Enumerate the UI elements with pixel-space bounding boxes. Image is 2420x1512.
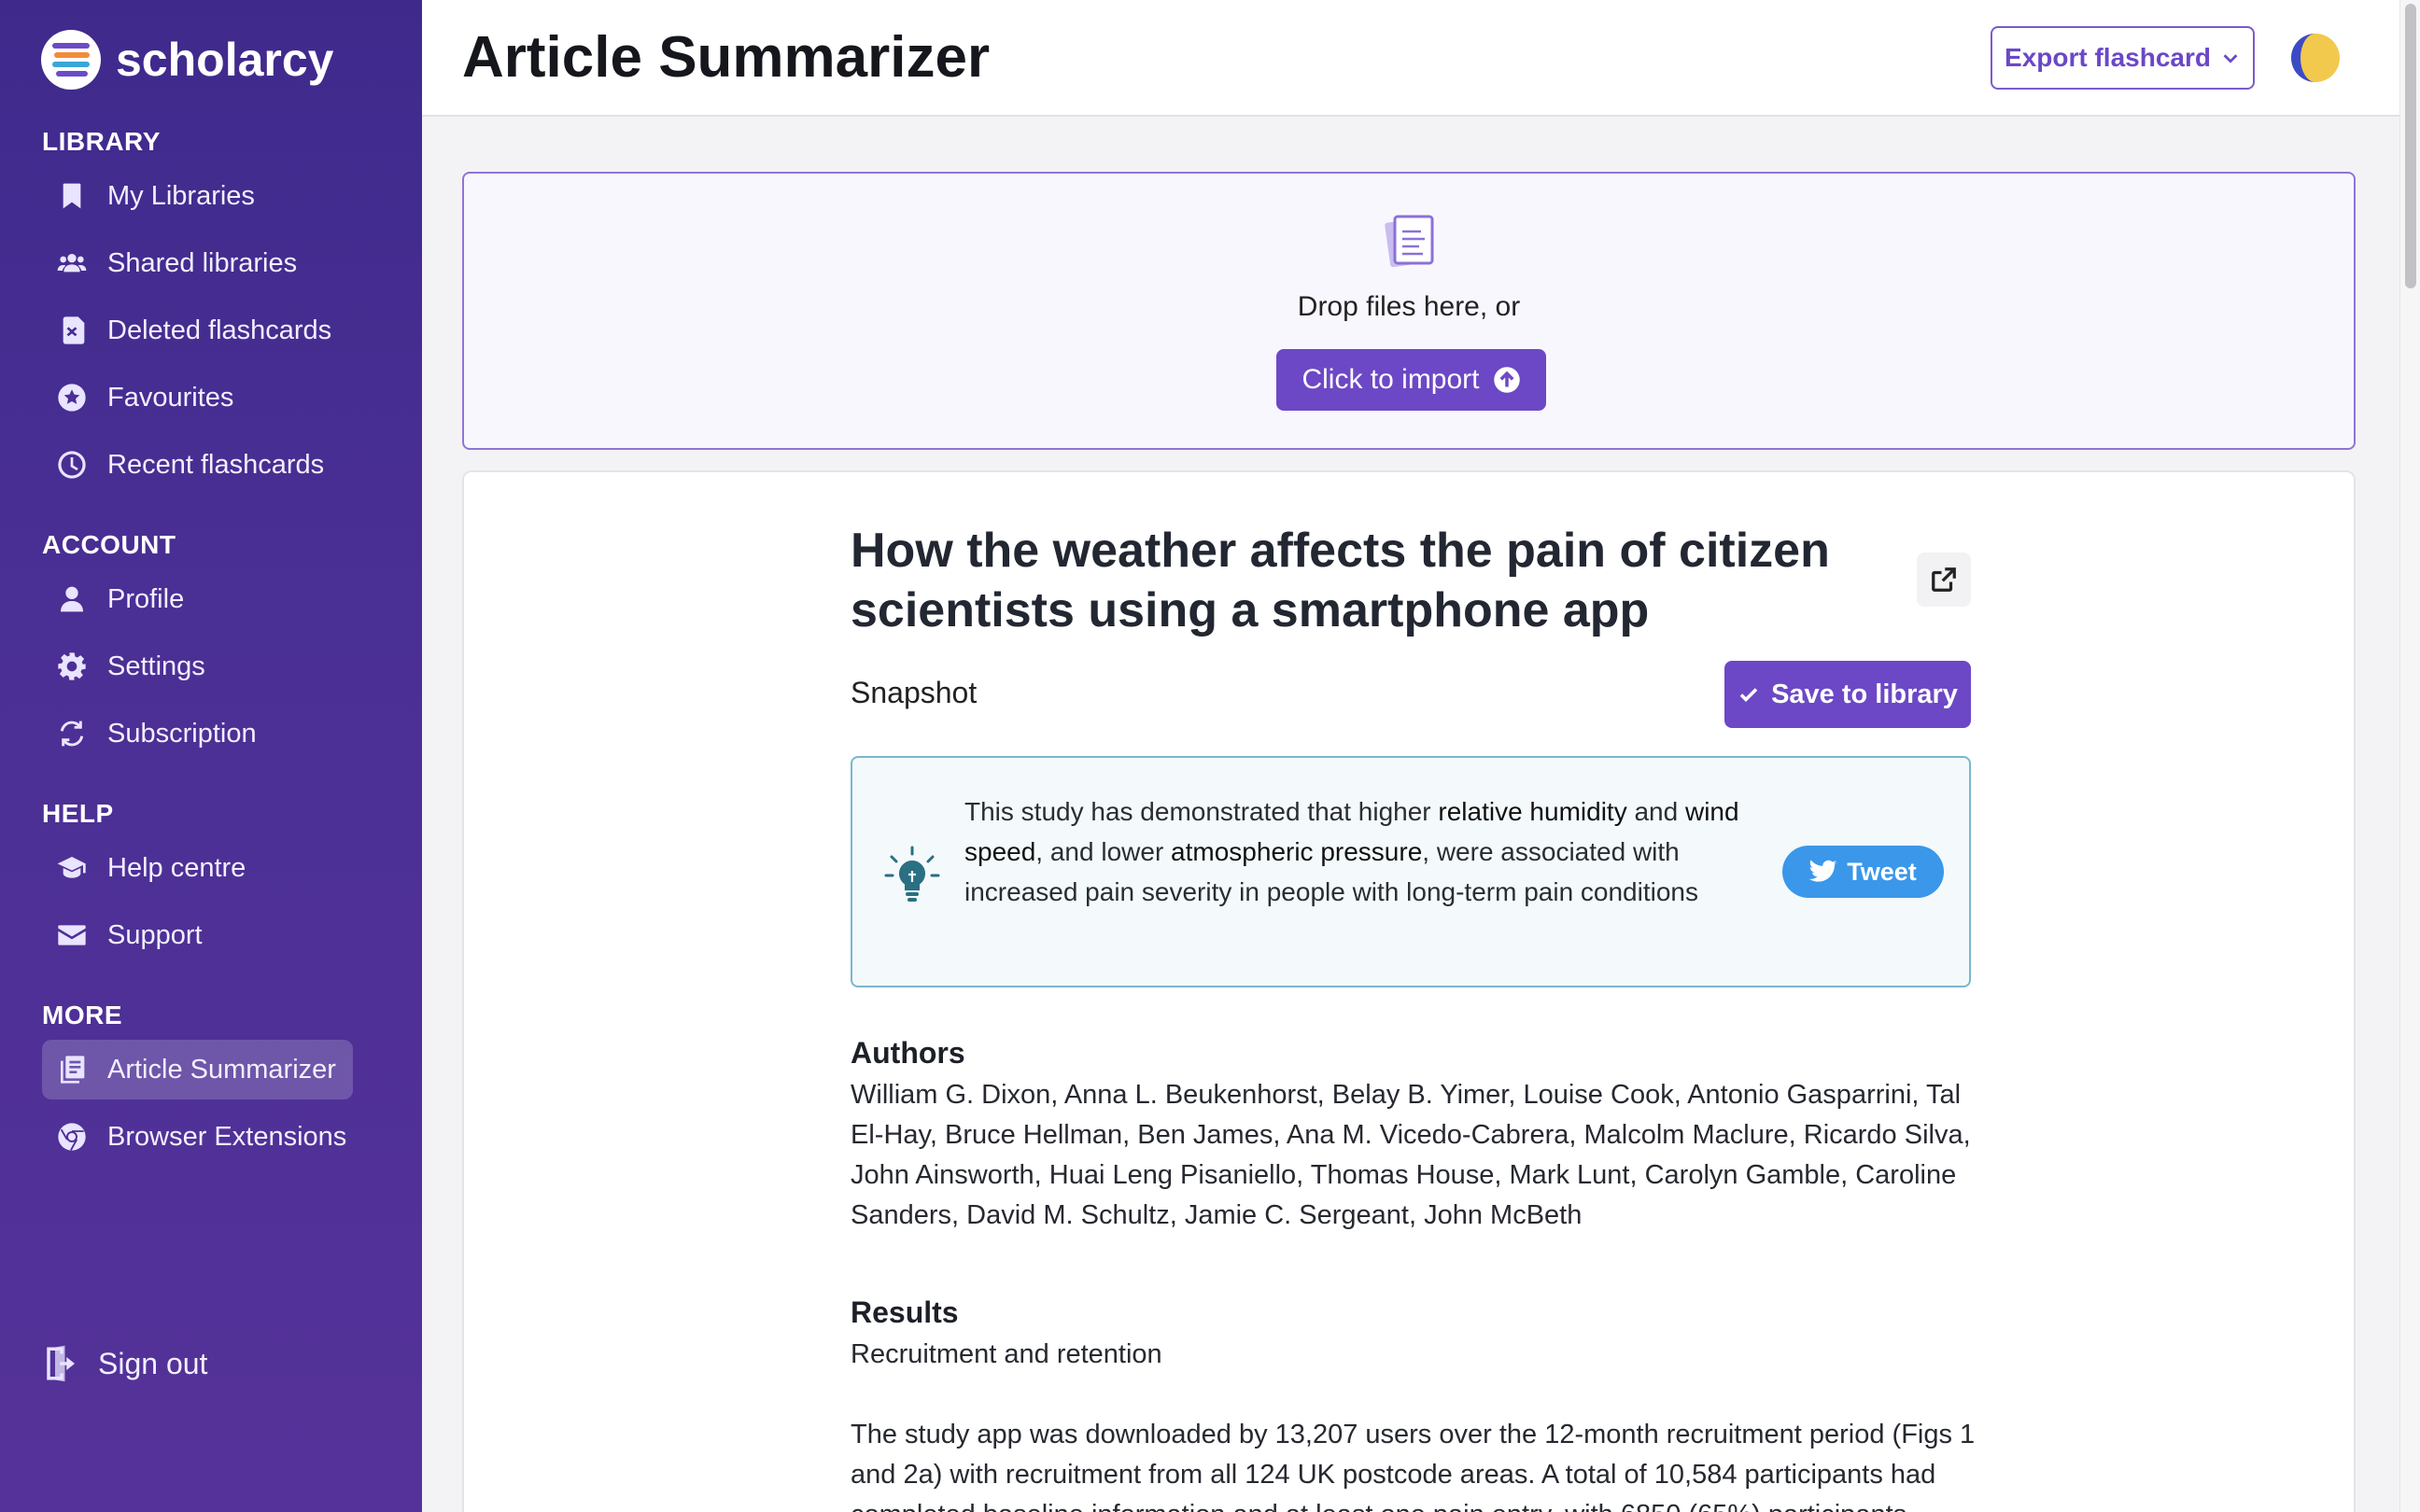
results-subheading: Recruitment and retention: [851, 1339, 1162, 1369]
twitter-bird-icon: [1809, 860, 1838, 882]
tweet-label: Tweet: [1847, 857, 1917, 886]
sidebar-item-help-centre[interactable]: Help centre: [42, 838, 262, 898]
click-to-import-button[interactable]: Click to import: [1276, 349, 1546, 411]
snapshot-text-part: , and lower: [1035, 837, 1172, 866]
sidebar-item-label: Settings: [107, 651, 205, 681]
users-icon: [55, 246, 89, 280]
document-icon: [1385, 215, 1434, 268]
sidebar-item-label: Support: [107, 919, 203, 950]
refresh-icon: [55, 717, 89, 750]
upload-arrow-icon: [1493, 367, 1520, 393]
sidebar-item-label: Shared libraries: [107, 247, 298, 278]
results-paragraph: The study app was downloaded by 13,207 u…: [851, 1420, 1976, 1512]
file-dropzone[interactable]: Drop files here, or Click to import: [462, 172, 2356, 450]
sidebar-item-label: Profile: [107, 583, 185, 614]
page-title: Article Summarizer: [462, 25, 991, 90]
sidebar-section-help: HELP: [42, 799, 114, 828]
sidebar-item-subscription[interactable]: Subscription: [42, 704, 274, 763]
dropzone-text: Drop files here, or: [1297, 291, 1521, 322]
star-icon: [55, 381, 89, 414]
article-title: How the weather affects the pain of citi…: [851, 524, 1830, 637]
sidebar-item-profile[interactable]: Profile: [42, 569, 201, 629]
snapshot-highlight: atmospheric pressure: [1171, 837, 1423, 866]
sidebar-item-settings[interactable]: Settings: [42, 637, 222, 696]
bookmark-icon: [55, 179, 89, 213]
authors-heading: Authors: [851, 1036, 965, 1070]
sidebar-item-favourites[interactable]: Favourites: [42, 368, 250, 427]
sidebar-section-account: ACCOUNT: [42, 530, 176, 559]
sidebar-item-label: Deleted flashcards: [107, 315, 332, 345]
brand-name: scholarcy: [116, 34, 334, 86]
top-header: Article Summarizer Export flashcard: [422, 0, 2399, 117]
export-flashcard-dropdown[interactable]: Export flashcard: [1991, 26, 2255, 90]
sidebar-item-my-libraries[interactable]: My Libraries: [42, 166, 272, 226]
sidebar-section-library: LIBRARY: [42, 127, 161, 156]
save-to-library-button[interactable]: Save to library: [1724, 661, 1971, 728]
sign-out-label: Sign out: [98, 1346, 208, 1380]
scholarcy-logo-icon: [41, 30, 101, 90]
snapshot-highlight: relative humidity: [1438, 797, 1627, 826]
save-button-label: Save to library: [1771, 679, 1958, 709]
sidebar-item-label: Subscription: [107, 718, 257, 749]
sidebar-item-label: Help centre: [107, 852, 246, 883]
sidebar-item-browser-extensions[interactable]: Browser Extensions: [42, 1107, 363, 1167]
sidebar-section-more: MORE: [42, 1001, 122, 1029]
open-external-button[interactable]: [1917, 553, 1971, 607]
graduation-cap-icon: [55, 851, 89, 885]
envelope-icon: [55, 918, 89, 952]
sign-out-button[interactable]: Sign out: [42, 1344, 207, 1383]
snapshot-text-part: and: [1626, 797, 1685, 826]
sidebar-item-deleted-flashcards[interactable]: Deleted flashcards: [42, 301, 348, 360]
chrome-icon: [55, 1120, 89, 1154]
documents-icon: [55, 1053, 89, 1086]
page-scrollbar[interactable]: [2399, 0, 2420, 1512]
article-card: How the weather affects the pain of citi…: [462, 470, 2356, 1512]
deleted-doc-icon: [55, 314, 89, 347]
sidebar-item-recent-flashcards[interactable]: Recent flashcards: [42, 435, 341, 495]
sidebar-item-label: Favourites: [107, 382, 234, 413]
sign-out-icon: [47, 1345, 75, 1382]
user-icon: [55, 582, 89, 616]
export-flashcard-label: Export flashcard: [2005, 43, 2211, 72]
sidebar-item-support[interactable]: Support: [42, 905, 219, 965]
sidebar-item-label: My Libraries: [107, 180, 255, 211]
results-heading: Results: [851, 1295, 959, 1329]
gear-icon: [55, 650, 89, 683]
brand-logo[interactable]: scholarcy: [41, 30, 333, 90]
authors-list: William G. Dixon, Anna L. Beukenhorst, B…: [851, 1080, 1971, 1230]
sidebar-item-article-summarizer[interactable]: Article Summarizer: [42, 1040, 353, 1099]
lightbulb-icon: [884, 846, 940, 902]
sidebar-item-shared-libraries[interactable]: Shared libraries: [42, 233, 314, 293]
sidebar-item-label: Recent flashcards: [107, 449, 325, 480]
sidebar: scholarcy LIBRARY My Libraries Shared li…: [0, 0, 422, 1512]
snapshot-text: This study has demonstrated that higher …: [964, 791, 1749, 912]
tweet-button[interactable]: Tweet: [1782, 846, 1944, 898]
theme-toggle-moon-icon[interactable]: [2289, 32, 2342, 84]
scrollbar-thumb[interactable]: [2405, 4, 2416, 288]
snapshot-heading: Snapshot: [851, 676, 978, 709]
clock-icon: [55, 448, 89, 482]
import-button-label: Click to import: [1301, 364, 1480, 395]
sidebar-item-label: Browser Extensions: [107, 1121, 347, 1152]
snapshot-text-part: This study has demonstrated that higher: [964, 797, 1439, 826]
sidebar-item-label: Article Summarizer: [107, 1054, 336, 1085]
chevron-down-icon: [2223, 54, 2238, 63]
external-link-icon: [1932, 567, 1956, 592]
checkmark-icon: [1739, 688, 1758, 702]
snapshot-box: This study has demonstrated that higher …: [851, 756, 1971, 987]
